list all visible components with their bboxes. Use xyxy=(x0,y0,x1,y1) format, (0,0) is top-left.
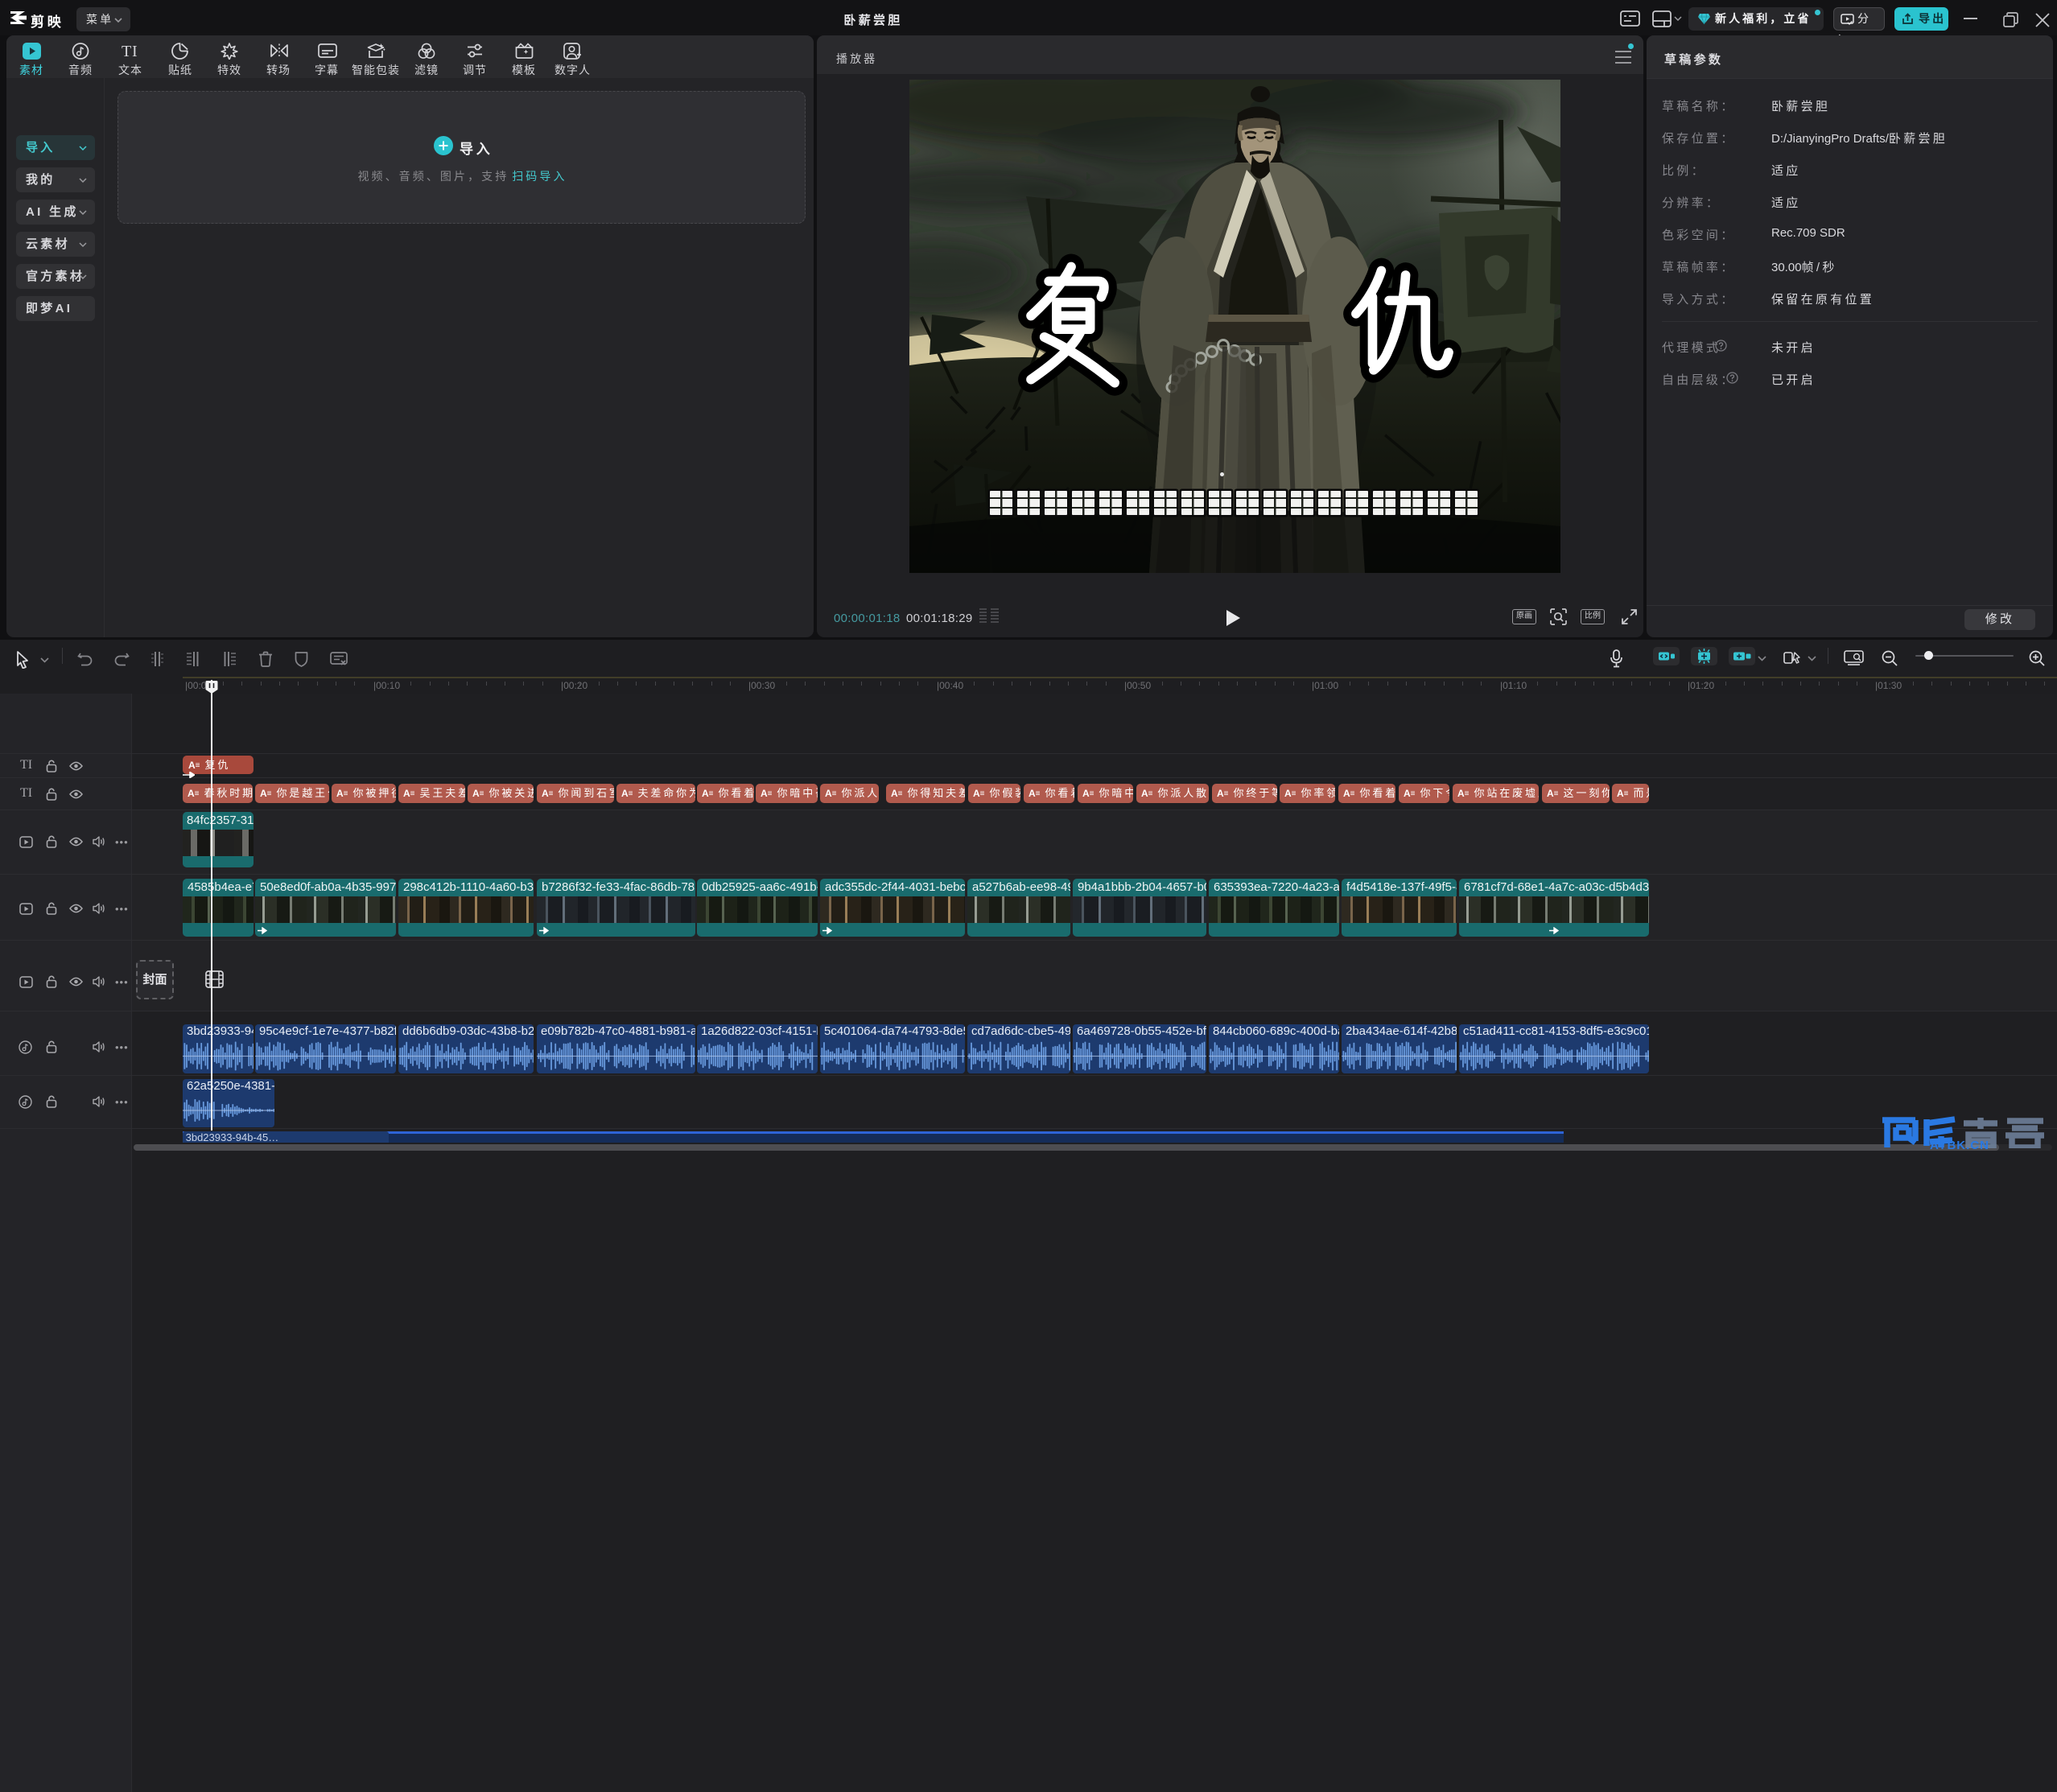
svg-text:I: I xyxy=(132,43,138,59)
svg-text:T: T xyxy=(122,43,131,59)
